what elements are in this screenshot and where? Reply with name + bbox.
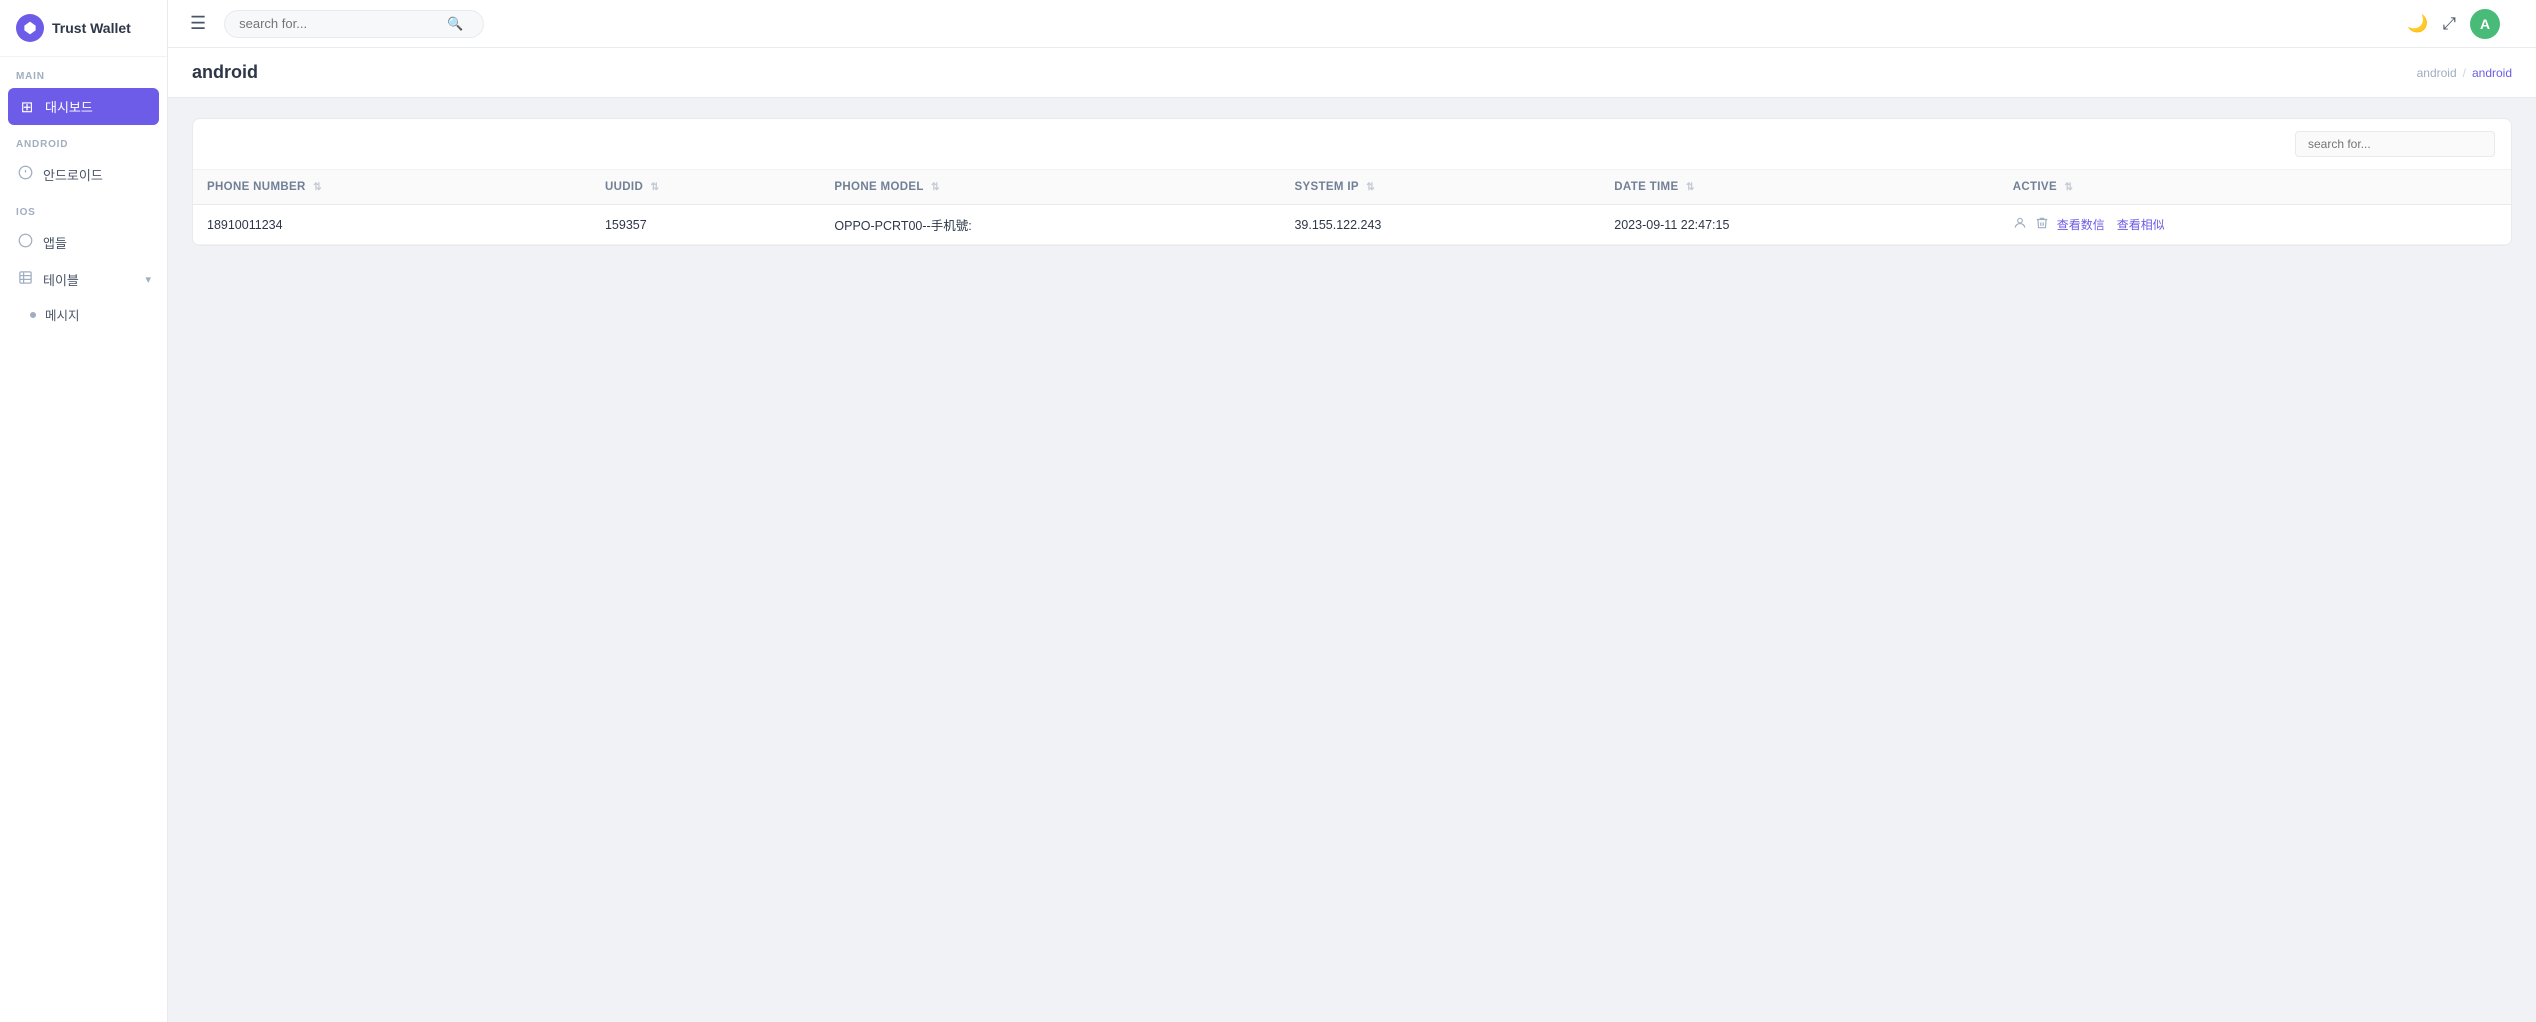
sort-icon-datetime: ⇅ <box>1686 182 1695 193</box>
sidebar-section-ios: IOS <box>0 193 167 224</box>
breadcrumb-separator: / <box>2463 66 2466 80</box>
sort-icon-uudid: ⇅ <box>651 182 660 193</box>
main-content: android android / android PHONE NUMBER ⇅ <box>168 48 2536 1022</box>
hamburger-icon: ☰ <box>190 13 206 33</box>
view-data-link[interactable]: 查看数信 <box>2057 216 2105 233</box>
sidebar-header: Trust Wallet <box>0 0 167 57</box>
dashboard-icon: ⊞ <box>18 98 36 116</box>
col-system-ip: SYSTEM IP ⇅ <box>1280 170 1600 205</box>
action-icons: 查看数信 查看相似 <box>2013 216 2497 234</box>
sidebar-item-table[interactable]: 테이블 ▾ <box>0 261 167 298</box>
moon-icon: 🌙 <box>2407 14 2428 33</box>
cell-phone-model: OPPO-PCRT00--手机號: <box>820 205 1280 245</box>
apps-icon <box>16 233 34 252</box>
sidebar-item-table-label: 테이블 <box>43 270 79 289</box>
col-date-time: DATE TIME ⇅ <box>1600 170 1998 205</box>
menu-toggle-button[interactable]: ☰ <box>184 9 212 38</box>
table-row: 18910011234 159357 OPPO-PCRT00--手机號: 39.… <box>193 205 2511 245</box>
breadcrumb-current: android <box>2472 66 2512 80</box>
cell-system-ip: 39.155.122.243 <box>1280 205 1600 245</box>
topbar-actions: 🌙 ⤢ A <box>2407 9 2520 39</box>
chevron-down-icon: ▾ <box>145 273 151 286</box>
delete-icon[interactable] <box>2035 216 2049 234</box>
sidebar-item-dashboard[interactable]: ⊞ 대시보드 <box>8 88 159 125</box>
col-phone-number: PHONE NUMBER ⇅ <box>193 170 591 205</box>
sidebar: Trust Wallet MAIN ⊞ 대시보드 ANDROID 안드로이드 I… <box>0 0 168 1022</box>
table-icon <box>16 270 34 289</box>
resize-button[interactable]: ⤢ <box>2442 14 2456 34</box>
col-active: ACTIVE ⇅ <box>1999 170 2511 205</box>
sub-dot-icon <box>30 312 36 318</box>
sidebar-item-message-label: 메시지 <box>45 305 80 324</box>
cell-phone-number: 18910011234 <box>193 205 591 245</box>
table-header-row: PHONE NUMBER ⇅ UUDID ⇅ PHONE MODEL ⇅ S <box>193 170 2511 205</box>
card-search-input[interactable] <box>2295 131 2495 157</box>
sidebar-section-main: MAIN <box>0 57 167 88</box>
cell-date-time: 2023-09-11 22:47:15 <box>1600 205 1998 245</box>
sidebar-item-android-label: 안드로이드 <box>43 165 103 184</box>
view-similar-link[interactable]: 查看相似 <box>2117 216 2165 233</box>
user-icon[interactable] <box>2013 216 2027 234</box>
sort-icon-model: ⇅ <box>931 182 940 193</box>
sidebar-item-message[interactable]: 메시지 <box>0 298 167 331</box>
sort-icon-phone: ⇅ <box>313 182 322 193</box>
page-title: android <box>192 62 258 83</box>
page-header: android android / android <box>168 48 2536 98</box>
search-input[interactable] <box>239 16 439 31</box>
dark-mode-button[interactable]: 🌙 <box>2407 14 2428 34</box>
col-phone-model: PHONE MODEL ⇅ <box>820 170 1280 205</box>
breadcrumb-root[interactable]: android <box>2417 66 2457 80</box>
cell-uudid: 159357 <box>591 205 820 245</box>
sidebar-item-android[interactable]: 안드로이드 <box>0 156 167 193</box>
sidebar-item-apps[interactable]: 앱들 <box>0 224 167 261</box>
data-card: PHONE NUMBER ⇅ UUDID ⇅ PHONE MODEL ⇅ S <box>192 118 2512 246</box>
sort-icon-active: ⇅ <box>2065 182 2074 193</box>
cell-active: 查看数信 查看相似 <box>1999 205 2511 245</box>
card-search-bar <box>193 119 2511 170</box>
android-icon <box>16 165 34 184</box>
breadcrumb: android / android <box>2417 66 2512 80</box>
search-bar: 🔍 <box>224 10 484 38</box>
topbar: ☰ 🔍 🌙 ⤢ A <box>0 0 2536 48</box>
data-table: PHONE NUMBER ⇅ UUDID ⇅ PHONE MODEL ⇅ S <box>193 170 2511 245</box>
resize-icon: ⤢ <box>2442 14 2456 33</box>
sidebar-section-android: ANDROID <box>0 125 167 156</box>
sort-icon-ip: ⇅ <box>1366 182 1375 193</box>
col-uudid: UUDID ⇅ <box>591 170 820 205</box>
sidebar-item-dashboard-label: 대시보드 <box>45 97 93 116</box>
content-area: PHONE NUMBER ⇅ UUDID ⇅ PHONE MODEL ⇅ S <box>168 98 2536 266</box>
sidebar-item-apps-label: 앱들 <box>43 233 67 252</box>
app-logo <box>16 14 44 42</box>
table-body: 18910011234 159357 OPPO-PCRT00--手机號: 39.… <box>193 205 2511 245</box>
app-name: Trust Wallet <box>52 20 131 36</box>
avatar[interactable]: A <box>2470 9 2500 39</box>
search-icon: 🔍 <box>447 16 463 32</box>
